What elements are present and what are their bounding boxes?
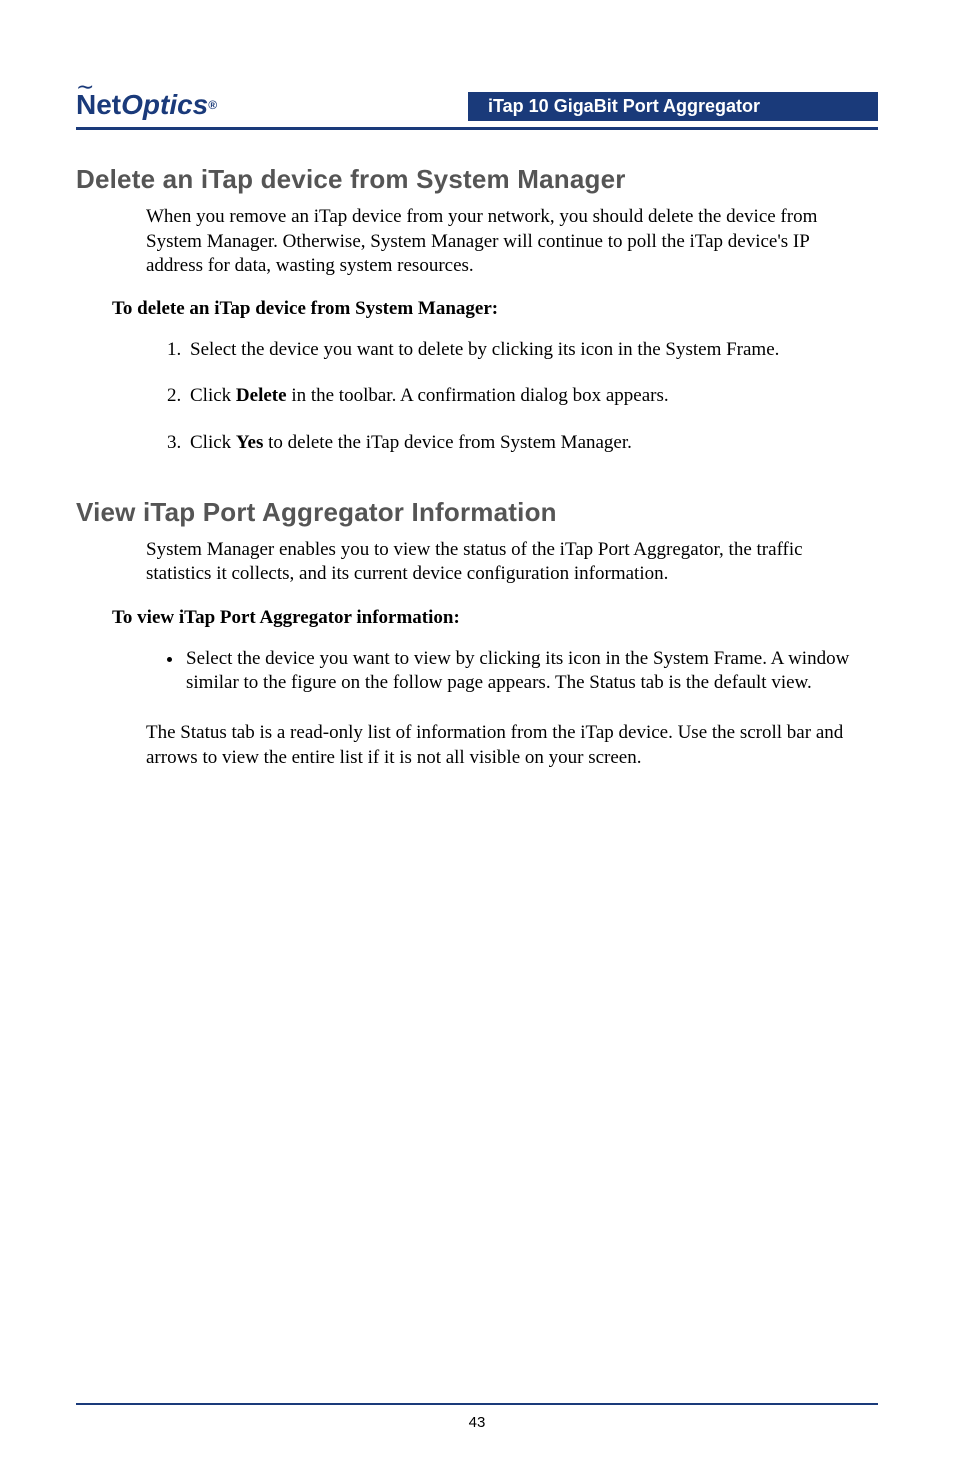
page-number: 43: [0, 1414, 954, 1431]
step-3-post: to delete the iTap device from System Ma…: [263, 432, 632, 453]
header-rule: [76, 127, 878, 130]
step-2-post: in the toolbar. A confirmation dialog bo…: [287, 385, 669, 406]
logo-net: Net: [76, 89, 121, 121]
header-title-bar: iTap 10 GigaBit Port Aggregator: [468, 92, 878, 121]
logo-registered: ®: [208, 98, 217, 112]
section1-subhead: To delete an iTap device from System Man…: [112, 298, 878, 320]
step-2-pre: Click: [190, 385, 236, 406]
step-1: Select the device you want to delete by …: [186, 338, 878, 362]
step-3-bold: Yes: [236, 432, 263, 453]
section1-intro-wrap: When you remove an iTap device from your…: [146, 205, 868, 278]
section1-heading: Delete an iTap device from System Manage…: [76, 164, 878, 195]
step-3-pre: Click: [190, 432, 236, 453]
section2-closing: The Status tab is a read-only list of in…: [146, 721, 868, 770]
logo-optics: Optics: [121, 89, 208, 121]
section2-intro: System Manager enables you to view the s…: [146, 538, 868, 587]
logo-text: NetOptics®: [76, 89, 217, 121]
page-container: ∼ NetOptics® iTap 10 GigaBit Port Aggreg…: [0, 0, 954, 1475]
step-2: Click Delete in the toolbar. A confirmat…: [186, 384, 878, 408]
step-2-bold: Delete: [236, 385, 287, 406]
logo: ∼ NetOptics®: [76, 80, 217, 121]
section1-intro: When you remove an iTap device from your…: [146, 205, 868, 278]
section2-bullets: Select the device you want to view by cl…: [146, 647, 878, 696]
section2-heading: View iTap Port Aggregator Information: [76, 497, 878, 528]
step-3: Click Yes to delete the iTap device from…: [186, 431, 878, 455]
section2-closing-wrap: The Status tab is a read-only list of in…: [146, 721, 868, 770]
section2-intro-wrap: System Manager enables you to view the s…: [146, 538, 868, 587]
section2-subhead: To view iTap Port Aggregator information…: [112, 607, 878, 629]
section1-steps: Select the device you want to delete by …: [146, 338, 878, 455]
section2-bullet: Select the device you want to view by cl…: [184, 647, 878, 696]
footer-rule: [76, 1403, 878, 1405]
header-row: ∼ NetOptics® iTap 10 GigaBit Port Aggreg…: [76, 80, 878, 121]
spacer: [76, 477, 878, 497]
